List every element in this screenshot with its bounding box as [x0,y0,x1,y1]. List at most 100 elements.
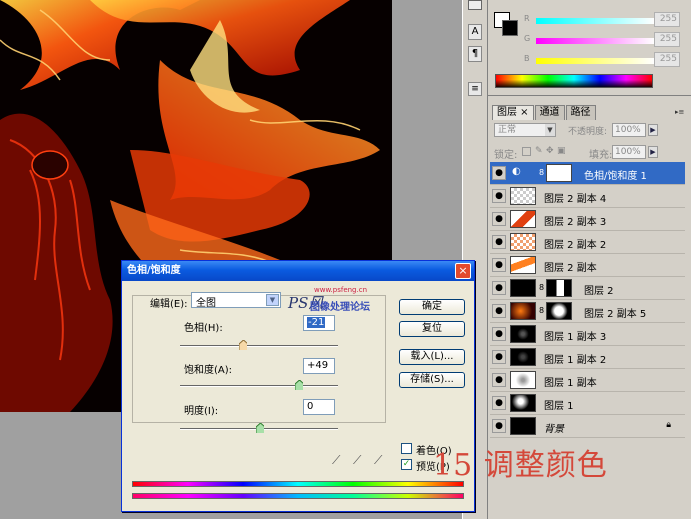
layer-row[interactable]: ● 图层 1 [490,392,685,415]
output-color-bar [132,493,464,499]
b-slider[interactable] [536,58,654,64]
eye-icon[interactable]: ● [492,166,506,180]
lightness-slider-knob[interactable] [256,423,264,433]
eyedropper-icon[interactable]: ⟋ [332,453,340,468]
lock-transparency-icon[interactable] [522,147,531,156]
layer-name: 图层 2 副本 4 [544,194,607,205]
layer-mask-thumbnail[interactable] [546,164,572,182]
character-icon[interactable]: A [468,24,482,40]
g-slider-row: G 255 [524,32,691,48]
adjustment-layer-icon: ◐ [512,166,521,177]
colorize-checkbox[interactable] [401,443,412,454]
eye-icon[interactable]: ● [492,304,506,318]
fill-arrow-icon[interactable]: ▶ [648,146,658,158]
saturation-slider-knob[interactable] [295,380,303,390]
reset-button[interactable]: 复位 [399,321,465,337]
paragraph-icon[interactable]: ¶ [468,46,482,62]
eye-icon[interactable]: ● [492,396,506,410]
blend-mode-dropdown[interactable]: 正常 ▼ [494,123,556,137]
layer-thumbnail [510,210,536,228]
lock-label: 锁定: [494,150,518,161]
lock-paint-icon[interactable]: ✎ [535,146,543,156]
g-label: G [524,34,531,43]
layer-name: 背景 [544,424,564,435]
fill-input[interactable]: 100% [612,145,646,159]
layer-thumbnail [510,417,536,435]
panel-tabs: 图层 × 通道 路径 [492,105,597,121]
swatch-icon[interactable] [468,0,482,10]
g-slider[interactable] [536,38,654,44]
tab-layers[interactable]: 图层 × [492,105,534,120]
layer-row[interactable]: ● 8 图层 2 [490,277,685,300]
layer-name: 图层 1 [544,401,574,412]
watermark: www.psfeng.cn PS风 图像处理论坛 [288,286,448,314]
tab-paths[interactable]: 路径 [565,105,596,120]
eyedropper-minus-icon[interactable]: ⟋ [374,453,382,468]
eye-icon[interactable]: ● [492,235,506,249]
layer-thumbnail [510,233,536,251]
settings-group [132,295,386,423]
hue-input[interactable]: -21 [303,315,335,331]
layer-name: 图层 2 副本 5 [584,309,647,320]
layer-row[interactable]: ● 图层 2 副本 2 [490,231,685,254]
panel-menu-icon[interactable]: ▸≡ [675,108,685,116]
eye-icon[interactable]: ● [492,350,506,364]
hue-slider-track[interactable] [180,345,338,347]
load-button[interactable]: 载入(L)... [399,349,465,365]
link-icon: 8 [539,306,545,315]
layer-row[interactable]: ● ◐ 8 色相/饱和度 1 [490,162,685,185]
saturation-input[interactable]: +49 [303,358,335,374]
preview-checkbox[interactable]: ✓ [401,459,412,470]
b-value[interactable]: 255 [654,52,680,67]
eye-icon[interactable]: ● [492,373,506,387]
layer-mask-thumbnail[interactable] [546,302,572,320]
close-button[interactable]: × [455,263,471,279]
link-icon: 8 [539,283,545,292]
eye-icon[interactable]: ● [492,258,506,272]
r-value[interactable]: 255 [654,12,680,27]
eye-icon[interactable]: ● [492,419,506,433]
saturation-slider-track[interactable] [180,385,338,387]
lightness-label: 明度(I): [184,406,219,417]
tab-channels[interactable]: 通道 [534,105,565,120]
r-slider[interactable] [536,18,654,24]
eye-icon[interactable]: ● [492,212,506,226]
layer-row[interactable]: ● 图层 1 副本 3 [490,323,685,346]
eye-icon[interactable]: ● [492,189,506,203]
lightness-input[interactable]: 0 [303,399,335,415]
layer-row[interactable]: ● 图层 2 副本 3 [490,208,685,231]
layer-row[interactable]: ● 8 图层 2 副本 5 [490,300,685,323]
dialog-title-bar[interactable]: 色相/饱和度 [122,261,474,281]
layer-mask-thumbnail[interactable] [546,279,572,297]
opacity-arrow-icon[interactable]: ▶ [648,124,658,136]
layer-name: 图层 2 副本 [544,263,597,274]
eye-icon[interactable]: ● [492,327,506,341]
layer-thumbnail [510,279,536,297]
lock-move-icon[interactable]: ✥ [546,146,554,156]
layer-row[interactable]: ● 图层 1 副本 2 [490,346,685,369]
link-icon: 8 [539,168,545,177]
watermark-forum: 图像处理论坛 [310,302,370,313]
layer-name: 图层 2 副本 3 [544,217,607,228]
layer-row[interactable]: ● 图层 2 副本 [490,254,685,277]
blend-row: 正常 ▼ 不透明度: 100% ▶ [494,123,684,139]
opacity-input[interactable]: 100% [612,123,646,137]
save-button[interactable]: 存储(S)... [399,372,465,388]
eyedropper-plus-icon[interactable]: ⟋ [353,453,361,468]
background-color-swatch[interactable] [502,20,518,36]
layer-row[interactable]: ● 图层 2 副本 4 [490,185,685,208]
hue-label: 色相(H): [184,323,223,334]
r-slider-row: R 255 [524,12,691,28]
fill-label: 填充: [589,150,613,161]
eye-icon[interactable]: ● [492,281,506,295]
edit-dropdown[interactable]: 全图 ▼ [191,292,281,309]
layer-thumbnail [510,187,536,205]
layer-name: 色相/饱和度 1 [584,171,647,182]
layer-row[interactable]: ● 图层 1 副本 [490,369,685,392]
hue-slider-knob[interactable] [239,340,247,350]
notes-icon[interactable]: ≡ [468,82,482,96]
lock-all-icon[interactable]: ▣ [557,146,566,156]
layer-row[interactable]: ● 背景 🔒︎ [490,415,685,438]
g-value[interactable]: 255 [654,32,680,47]
color-spectrum-bar[interactable] [495,74,653,88]
